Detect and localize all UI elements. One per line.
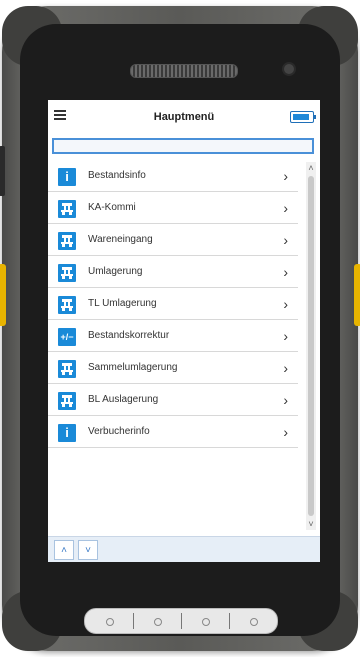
- main-menu-list: i Bestandsinfo › KA-Kommi › Wareneingang…: [48, 162, 306, 532]
- menu-item-ka-kommi[interactable]: KA-Kommi ›: [48, 194, 298, 224]
- page-down-button[interactable]: ˅: [78, 540, 98, 560]
- scan-key-right[interactable]: [354, 264, 360, 326]
- chevron-right-icon: ›: [283, 200, 288, 216]
- hardware-keys[interactable]: [84, 608, 278, 634]
- chevron-right-icon: ›: [283, 264, 288, 280]
- page-title: Hauptmenü: [153, 111, 215, 123]
- scroll-up-icon[interactable]: ˄: [306, 162, 316, 174]
- scrollbar-thumb[interactable]: [308, 176, 314, 516]
- earpiece-speaker: [130, 64, 238, 78]
- chevron-right-icon: ›: [283, 424, 288, 440]
- chevron-right-icon: ›: [283, 392, 288, 408]
- key-separator: [133, 613, 134, 629]
- chevron-right-icon: ›: [283, 296, 288, 312]
- menu-item-label: Umlagerung: [88, 266, 143, 277]
- hardware-key-dot: [202, 618, 210, 626]
- key-separator: [229, 613, 230, 629]
- menu-item-label: BL Auslagerung: [88, 394, 159, 405]
- chevron-right-icon: ›: [283, 360, 288, 376]
- search-input[interactable]: [52, 138, 314, 154]
- menu-item-label: TL Umlagerung: [88, 298, 157, 309]
- info-icon: i: [58, 168, 76, 186]
- scroll-down-icon[interactable]: ˅: [306, 518, 316, 530]
- menu-item-sammelumlagerung[interactable]: Sammelumlagerung ›: [48, 354, 298, 384]
- menu-item-label: KA-Kommi: [88, 202, 136, 213]
- page-up-button[interactable]: ˄: [54, 540, 74, 560]
- menu-item-label: Sammelumlagerung: [88, 362, 178, 373]
- chevron-right-icon: ›: [283, 168, 288, 184]
- info-icon: i: [58, 424, 76, 442]
- chevron-right-icon: ›: [283, 232, 288, 248]
- menu-item-label: Verbucherinfo: [88, 426, 150, 437]
- transfer-icon: [58, 264, 76, 282]
- menu-item-tl-umlagerung[interactable]: TL Umlagerung ›: [48, 290, 298, 320]
- menu-item-wareneingang[interactable]: Wareneingang ›: [48, 226, 298, 256]
- menu-item-bestandsinfo[interactable]: i Bestandsinfo ›: [48, 162, 298, 192]
- top-bar: Hauptmenü: [48, 100, 320, 136]
- front-camera: [282, 62, 296, 76]
- key-separator: [181, 613, 182, 629]
- scan-key-left[interactable]: [0, 264, 6, 326]
- menu-item-bestandskorrektur[interactable]: +/− Bestandskorrektur ›: [48, 322, 298, 352]
- menu-item-label: Wareneingang: [88, 234, 153, 245]
- chevron-right-icon: ›: [283, 328, 288, 344]
- menu-item-label: Bestandsinfo: [88, 170, 146, 181]
- battery-icon: [290, 111, 316, 123]
- menu-item-verbucherinfo[interactable]: i Verbucherinfo ›: [48, 418, 298, 448]
- transfer-icon: [58, 232, 76, 250]
- transfer-icon: [58, 296, 76, 314]
- hardware-key-dot: [106, 618, 114, 626]
- app-screen: Hauptmenü i Bestandsinfo › KA-Kommi › Wa…: [48, 100, 320, 562]
- menu-item-bl-auslagerung[interactable]: BL Auslagerung ›: [48, 386, 298, 416]
- menu-item-label: Bestandskorrektur: [88, 330, 170, 341]
- menu-item-umlagerung[interactable]: Umlagerung ›: [48, 258, 298, 288]
- side-button[interactable]: [0, 146, 5, 196]
- transfer-icon: [58, 360, 76, 378]
- transfer-icon: [58, 392, 76, 410]
- hardware-key-dot: [250, 618, 258, 626]
- plus-minus-icon: +/−: [58, 328, 76, 346]
- transfer-icon: [58, 200, 76, 218]
- list-scrollbar[interactable]: ˄ ˅: [306, 162, 316, 530]
- hardware-key-dot: [154, 618, 162, 626]
- pager-bar: ˄ ˅: [48, 536, 320, 562]
